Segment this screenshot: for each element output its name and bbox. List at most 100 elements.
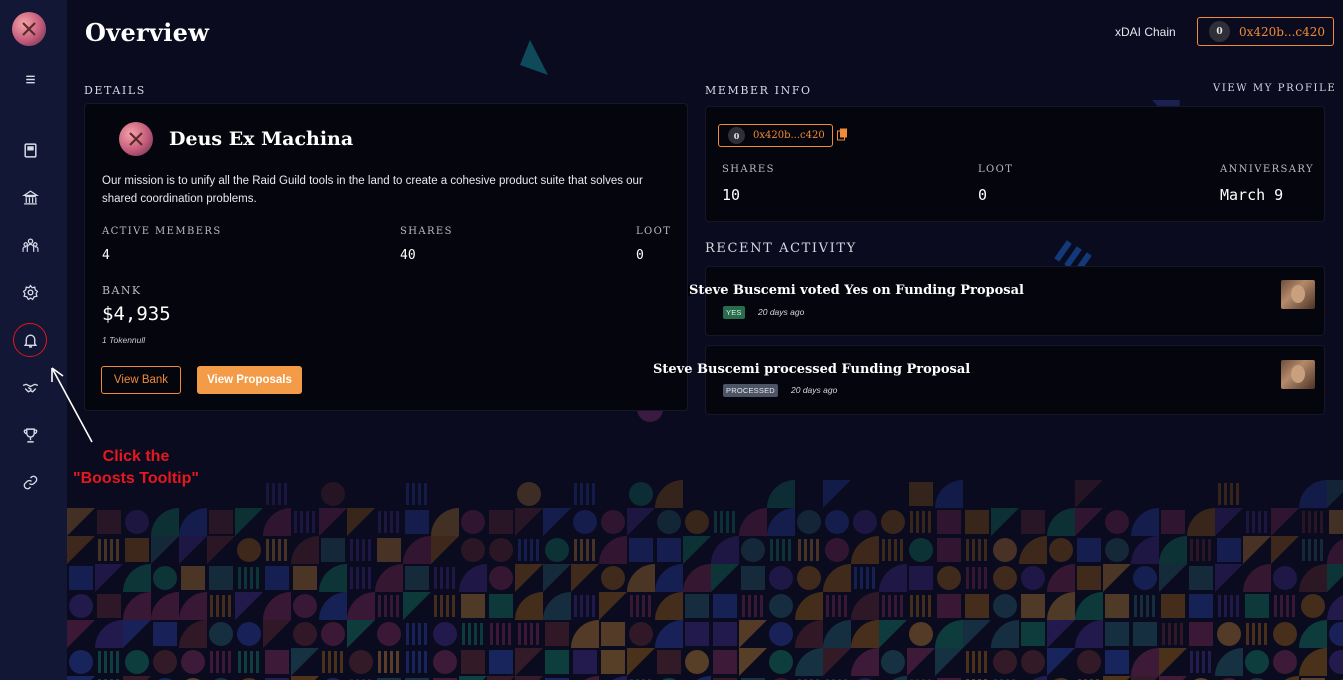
pattern-tile [377,538,401,562]
pattern-tile [655,480,683,508]
pattern-tile [1021,510,1045,534]
crossed-hammers-icon [129,132,143,146]
pattern-tile [685,594,709,618]
active-members-label: ACTIVE MEMBERS [102,226,222,237]
pattern-tile [935,480,963,508]
pattern-tile [797,566,821,590]
pattern-tile [293,622,317,646]
details-card: Deus Ex Machina Our mission is to unify … [84,103,688,411]
pattern-tile [462,623,483,645]
member-shares-value: 10 [722,186,741,204]
pattern-tile [321,622,345,646]
pattern-tile [265,566,289,590]
pattern-tile [1329,622,1343,646]
pattern-tile [965,594,989,618]
copy-icon[interactable] [837,128,848,146]
pattern-tile [181,650,205,674]
pattern-tile [489,538,513,562]
pattern-tile [347,508,375,536]
pattern-tile [405,510,429,534]
pattern-tile [69,650,93,674]
pattern-tile [993,594,1017,618]
pattern-tile [210,595,231,617]
pattern-tile [910,595,931,617]
pattern-tile [1327,480,1343,508]
settings-icon[interactable] [14,276,46,308]
pattern-tile [1161,594,1185,618]
pattern-tile [1159,648,1187,676]
processed-badge: PROCESSED [723,384,778,397]
recent-activity-label: RECENT ACTIVITY [705,241,857,256]
member-avatar: 0 [728,127,745,144]
boosts-highlight-ring [13,323,47,357]
view-bank-button[interactable]: View Bank [101,366,181,394]
pattern-tile [518,539,539,561]
pattern-tile [1075,592,1103,620]
view-my-profile-link[interactable]: VIEW MY PROFILE [1213,83,1336,94]
pattern-tile [517,482,541,506]
pattern-tile [1105,510,1129,534]
pattern-tile [742,595,763,617]
pattern-tile [321,538,345,562]
pattern-tile [711,536,739,564]
pattern-tile [1159,564,1187,592]
members-icon[interactable] [14,229,46,261]
pattern-tile [179,620,207,648]
pattern-tile [657,538,681,562]
pattern-tile [69,566,93,590]
pattern-tile [518,623,539,645]
pattern-tile [378,595,399,617]
pattern-tile [434,567,455,589]
token-note: 1 Tokennull [102,335,146,345]
pattern-tile [153,566,177,590]
pattern-tile [543,564,571,592]
pattern-tile [319,564,347,592]
pattern-tile [627,564,655,592]
pattern-tile [1021,650,1045,674]
pattern-tile [937,594,961,618]
bank-icon[interactable] [14,181,46,213]
pattern-tile [798,539,819,561]
pattern-tile [1271,508,1299,536]
pattern-tile [1159,536,1187,564]
activity-item[interactable]: Steve Buscemi voted Yes on Funding Propo… [689,266,1325,336]
pattern-tile [209,566,233,590]
dao-logo[interactable] [12,12,46,46]
pattern-tile [237,622,261,646]
trophy-icon[interactable] [14,419,46,451]
pattern-tile [207,536,235,564]
pattern-tile [406,623,427,645]
pattern-tile [571,620,599,648]
handshake-icon[interactable] [14,371,46,403]
details-section-label: DETAILS [84,84,146,97]
shares-value: 40 [400,248,416,263]
menu-icon[interactable] [14,63,46,95]
pattern-tile [238,651,259,673]
pattern-tile [515,508,543,536]
pattern-tile [1075,480,1103,508]
pattern-tile [892,676,907,680]
pattern-tile [1329,510,1343,534]
pattern-tile [1047,508,1075,536]
pattern-tile [1162,623,1183,645]
account-address-button[interactable]: 0 0x420b...c420 [1197,17,1334,46]
pattern-tile [515,648,543,676]
pattern-tile [655,592,683,620]
dao-description: Our mission is to unify all the Raid Gui… [102,175,643,205]
pattern-tile [490,623,511,645]
pattern-tile [1274,595,1295,617]
proposals-icon[interactable] [14,134,46,166]
member-address: 0x420b...c420 [753,130,825,141]
geometric-pattern-background [67,480,1343,680]
member-address-button[interactable]: 0 0x420b...c420 [718,124,833,147]
pattern-tile [1215,564,1243,592]
view-proposals-button[interactable]: View Proposals [197,366,302,394]
pattern-tile [489,566,513,590]
activity-item[interactable]: Steve Buscemi processed Funding Proposal… [653,345,1325,415]
pattern-tile [97,510,121,534]
link-icon[interactable] [14,466,46,498]
pattern-tile [1047,620,1075,648]
pattern-tile [1021,594,1045,618]
pattern-tile [1299,480,1327,508]
pattern-tile [685,622,709,646]
